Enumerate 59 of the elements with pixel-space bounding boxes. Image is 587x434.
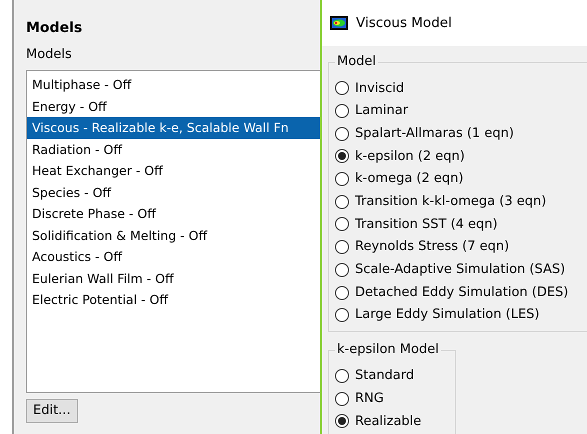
radio-button[interactable] [335,172,349,186]
panel-title: Models [26,19,84,38]
radio-label: Standard [355,367,414,386]
radio-label: RNG [355,390,384,408]
radio-label: Spalart-Allmaras (1 eqn) [355,124,514,143]
radio-button[interactable] [335,194,349,209]
radio-option[interactable]: Inviscid [335,77,587,100]
radio-label: Transition SST (4 eqn) [355,216,498,234]
radio-option[interactable]: Scale-Adaptive Simulation (SAS) [335,258,587,282]
radio-button[interactable] [335,126,349,141]
radio-option[interactable]: Standard [335,364,455,388]
radio-option[interactable]: Detached Eddy Simulation (DES) [335,281,587,304]
radio-option[interactable]: Spalart-Allmaras (1 eqn) [335,122,587,146]
radio-option[interactable]: Reynolds Stress (7 eqn) [335,236,587,258]
radio-label: Large Eddy Simulation (LES) [355,306,540,324]
group-title: k-epsilon Model [335,340,441,359]
radio-button[interactable] [335,104,349,118]
radio-label: Inviscid [355,80,404,98]
radio-button[interactable] [335,392,349,406]
radio-option[interactable]: Transition SST (4 eqn) [335,213,587,236]
radio-label: Reynolds Stress (7 eqn) [355,238,510,256]
dialog-title: Viscous Model [356,14,452,33]
list-item[interactable]: Viscous - Realizable k-e, Scalable Wall Fn [27,117,320,138]
radio-button[interactable] [335,308,349,322]
radio-button[interactable] [335,240,349,254]
radio-button[interactable] [335,262,349,277]
app-icon [330,16,348,30]
list-item[interactable]: Energy - Off [27,96,320,117]
list-item[interactable]: Species - Off [27,182,320,203]
radio-button[interactable] [335,81,349,96]
radio-button[interactable] [335,368,349,383]
list-item[interactable]: Discrete Phase - Off [27,203,320,224]
radio-option[interactable]: Laminar [335,100,587,122]
radio-label: Scale-Adaptive Simulation (SAS) [355,261,566,280]
radio-label: Realizable [355,412,422,431]
radio-option[interactable]: Transition k-kl-omega (3 eqn) [335,190,587,214]
radio-option[interactable]: k-omega (2 eqn) [335,168,587,190]
radio-option[interactable]: k-epsilon (2 eqn) [335,145,587,168]
list-item[interactable]: Solidification & Melting - Off [27,224,320,246]
radio-option[interactable]: RNG [335,387,455,410]
radio-label: Detached Eddy Simulation (DES) [355,284,568,302]
list-item[interactable]: Acoustics - Off [27,246,320,268]
radio-button[interactable] [335,414,349,428]
edit-button[interactable]: Edit... [26,399,78,423]
radio-label: Transition k-kl-omega (3 eqn) [355,193,546,212]
radio-button[interactable] [335,217,349,232]
list-item[interactable]: Eulerian Wall Film - Off [27,268,320,289]
list-item[interactable]: Electric Potential - Off [27,289,320,310]
radio-button[interactable] [335,286,349,300]
radio-label: k-epsilon (2 eqn) [355,148,465,166]
radio-label: k-omega (2 eqn) [355,170,464,188]
list-item[interactable]: Multiphase - Off [27,74,320,96]
list-item[interactable]: Heat Exchanger - Off [27,160,320,182]
list-item[interactable]: Radiation - Off [27,138,320,160]
radio-option[interactable]: Large Eddy Simulation (LES) [335,304,587,327]
list-label: Models [26,46,73,64]
radio-button[interactable] [335,149,349,164]
radio-option[interactable]: Realizable [335,410,455,433]
radio-label: Laminar [355,102,408,120]
